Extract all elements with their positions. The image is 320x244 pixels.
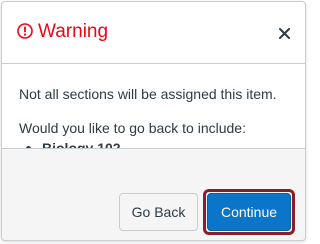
close-icon bbox=[278, 27, 290, 39]
warning-icon bbox=[17, 23, 33, 39]
close-button[interactable] bbox=[273, 22, 295, 44]
dialog-body: Not all sections will be assigned this i… bbox=[2, 64, 305, 156]
dialog-footer: Go Back Continue bbox=[2, 148, 305, 240]
continue-button[interactable]: Continue bbox=[207, 193, 291, 231]
warning-message: Not all sections will be assigned this i… bbox=[19, 86, 277, 102]
warning-dialog: Warning Not all sections will be assigne… bbox=[1, 1, 306, 241]
dialog-header: Warning bbox=[2, 2, 305, 64]
go-back-button[interactable]: Go Back bbox=[119, 193, 198, 231]
question-text: Would you like to go back to include: bbox=[19, 120, 246, 136]
dialog-title: Warning bbox=[38, 21, 109, 42]
